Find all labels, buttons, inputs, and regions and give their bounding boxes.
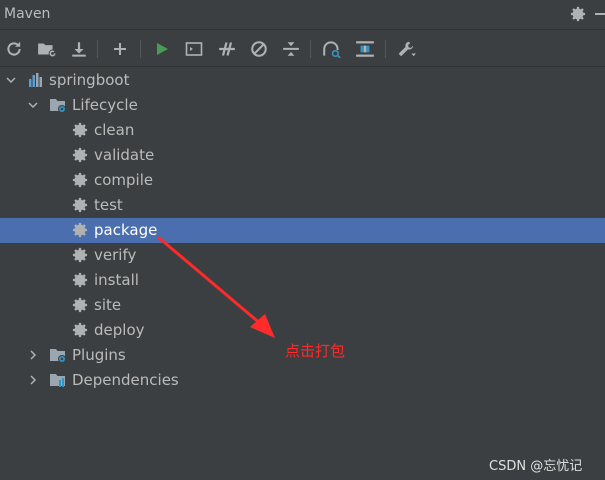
gear-icon xyxy=(72,247,88,263)
dependencies-label: Dependencies xyxy=(72,371,179,389)
gear-icon xyxy=(72,322,88,338)
plugins-folder-icon xyxy=(50,349,66,363)
tree-node-goal-compile[interactable]: compile xyxy=(0,168,605,193)
reload-icon[interactable] xyxy=(3,38,25,60)
goal-label: site xyxy=(94,296,122,314)
tree-node-dependencies[interactable]: Dependencies xyxy=(0,368,605,393)
gear-icon[interactable] xyxy=(568,4,588,24)
gear-icon xyxy=(72,222,88,238)
goal-label: deploy xyxy=(94,321,145,339)
goal-label: validate xyxy=(94,146,155,164)
toolbar-separator xyxy=(385,40,386,58)
goal-label: package xyxy=(94,221,158,239)
show-diagram-icon[interactable] xyxy=(354,38,376,60)
chevron-down-icon[interactable] xyxy=(5,74,17,86)
tool-window-title: Maven xyxy=(4,6,51,22)
tree-node-goal-test[interactable]: test xyxy=(0,193,605,218)
toolbar-separator xyxy=(140,40,141,58)
gear-icon xyxy=(72,272,88,288)
run-icon[interactable] xyxy=(151,38,173,60)
tree-node-goal-install[interactable]: install xyxy=(0,268,605,293)
toggle-offline-icon[interactable] xyxy=(216,38,238,60)
tree-node-goal-validate[interactable]: validate xyxy=(0,143,605,168)
toolbar-separator xyxy=(97,40,98,58)
annotation-text: 点击打包 xyxy=(285,342,346,360)
gear-icon xyxy=(72,297,88,313)
tree-node-goal-clean[interactable]: clean xyxy=(0,118,605,143)
chevron-down-icon[interactable] xyxy=(27,99,39,111)
collapse-all-icon[interactable] xyxy=(280,38,302,60)
goal-label: test xyxy=(94,196,123,214)
goal-label: install xyxy=(94,271,139,289)
tool-window-header: Maven xyxy=(0,0,605,30)
maven-project-icon xyxy=(29,73,42,87)
tree-node-goal-package[interactable]: package xyxy=(0,218,605,243)
goal-label: clean xyxy=(94,121,135,139)
tree-node-goal-site[interactable]: site xyxy=(0,293,605,318)
chevron-right-icon[interactable] xyxy=(27,374,39,386)
goal-label: compile xyxy=(94,171,154,189)
settings-wrench-icon[interactable] xyxy=(396,38,418,60)
lifecycle-label: Lifecycle xyxy=(72,96,138,114)
plugins-label: Plugins xyxy=(72,346,126,364)
download-icon[interactable] xyxy=(68,38,90,60)
project-label: springboot xyxy=(49,71,130,89)
watermark: CSDN @忘忧记 xyxy=(489,459,583,474)
chevron-right-icon[interactable] xyxy=(27,349,39,361)
lifecycle-folder-icon xyxy=(50,99,66,113)
analyze-dependencies-icon[interactable] xyxy=(321,38,343,60)
gear-icon xyxy=(72,147,88,163)
tree-node-lifecycle[interactable]: Lifecycle xyxy=(0,93,605,118)
gear-icon xyxy=(72,172,88,188)
add-icon[interactable] xyxy=(109,38,131,60)
skip-tests-icon[interactable] xyxy=(248,38,270,60)
tree-node-goal-verify[interactable]: verify xyxy=(0,243,605,268)
gear-icon xyxy=(72,122,88,138)
maven-toolbar xyxy=(0,31,605,67)
tree-node-project[interactable]: springboot xyxy=(0,68,605,93)
generate-sources-icon[interactable] xyxy=(36,38,58,60)
hide-icon[interactable] xyxy=(590,4,605,24)
toolbar-separator xyxy=(310,40,311,58)
goal-label: verify xyxy=(94,246,137,264)
dependencies-folder-icon xyxy=(50,374,65,387)
execute-goal-icon[interactable] xyxy=(183,38,205,60)
gear-icon xyxy=(72,197,88,213)
